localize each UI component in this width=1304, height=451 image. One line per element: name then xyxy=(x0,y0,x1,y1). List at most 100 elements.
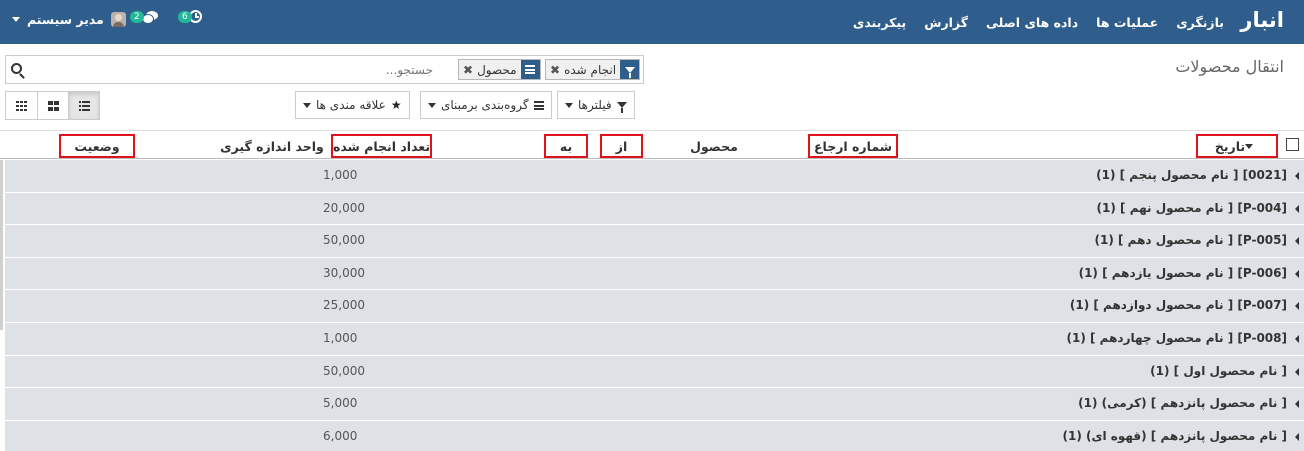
caret-left-icon xyxy=(1295,172,1299,180)
view-switcher xyxy=(5,91,100,120)
column-label: تاریخ xyxy=(1214,138,1246,154)
column-header-date[interactable]: تاریخ xyxy=(1196,134,1278,158)
menu-item-reporting[interactable]: گزارش xyxy=(924,15,968,30)
filter-icon xyxy=(616,102,627,113)
group-qty-total: 20,000 xyxy=(323,200,365,215)
group-qty-total: 1,000 xyxy=(323,330,358,345)
column-header-reference[interactable]: شماره ارجاع xyxy=(808,134,898,158)
facet-label: انجام شده xyxy=(564,62,617,77)
caret-left-icon xyxy=(1295,302,1299,311)
close-icon[interactable]: ✖ xyxy=(459,63,473,77)
top-navbar: انبار بازنگری عملیات ها داده های اصلی گز… xyxy=(0,0,1304,44)
facet-label: محصول xyxy=(477,62,517,77)
group-label: [P-007] [ نام محصول دوازدهم ] (1) xyxy=(1069,298,1287,313)
group-label: [P-008] [ نام محصول چهاردهم ] (1) xyxy=(1066,330,1287,345)
column-header-status[interactable]: وضعیت xyxy=(59,134,135,158)
column-label: به xyxy=(559,138,573,154)
select-all-checkbox[interactable] xyxy=(1286,138,1299,151)
group-qty-total: 50,000 xyxy=(323,233,365,248)
user-name: مدیر سیستم xyxy=(27,11,104,27)
caret-left-icon xyxy=(1295,334,1299,343)
caret-left-icon xyxy=(1295,204,1299,213)
caret-left-icon xyxy=(1295,400,1299,409)
search-icon[interactable] xyxy=(11,63,22,74)
column-header-product[interactable]: محصول xyxy=(684,134,744,158)
table-group-row[interactable]: [P-008] [ نام محصول چهاردهم ] (1) 1,000 xyxy=(5,322,1304,356)
groupby-label: گروه‌بندی برمبنای xyxy=(441,98,529,112)
groupby-button[interactable]: گروه‌بندی برمبنای xyxy=(420,91,552,119)
favorites-button[interactable]: ★ علاقه مندی ها xyxy=(295,91,410,119)
column-label: شماره ارجاع xyxy=(813,138,892,154)
menu-item-overview[interactable]: بازنگری xyxy=(1176,15,1224,30)
messages-count-badge: 2 xyxy=(130,11,144,23)
favorites-label: علاقه مندی ها xyxy=(316,98,386,112)
chevron-down-icon xyxy=(565,102,573,108)
table-group-row[interactable]: [P-005] [ نام محصول دهم ] (1) 50,000 xyxy=(5,225,1304,258)
page-title: انتقال محصولات xyxy=(1175,57,1284,76)
column-label: محصول xyxy=(690,138,738,154)
menu-item-operations[interactable]: عملیات ها xyxy=(1096,15,1158,30)
filter-icon xyxy=(620,60,640,79)
column-header-from[interactable]: از xyxy=(600,134,643,158)
menu-item-configuration[interactable]: پیکربندی xyxy=(853,15,906,30)
table-group-row[interactable]: [ نام محصول پانزدهم ] (کرمی) (1) 5,000 xyxy=(5,388,1304,421)
group-label: [ نام محصول اول ] (1) xyxy=(1150,363,1287,378)
table-group-row[interactable]: [ نام محصول اول ] (1) 50,000 xyxy=(5,355,1304,389)
group-qty-total: 1,000 xyxy=(323,168,358,182)
filters-button[interactable]: فیلترها xyxy=(557,91,635,119)
group-qty-total: 5,000 xyxy=(323,396,358,411)
activities-count-badge: 6 xyxy=(178,10,192,23)
search-box[interactable]: ✖ محصول ✖ انجام شده xyxy=(5,55,644,84)
group-qty-total: 25,000 xyxy=(323,298,365,313)
avatar xyxy=(110,11,126,27)
main-menu: بازنگری عملیات ها داده های اصلی گزارش پی… xyxy=(835,0,1224,44)
table-group-row[interactable]: [P-006] [ نام محصول یازدهم ] (1) 30,000 xyxy=(5,257,1304,291)
column-header-to[interactable]: به xyxy=(544,134,588,158)
column-label: از xyxy=(615,138,628,154)
caret-left-icon xyxy=(1295,367,1299,376)
group-label: [ نام محصول پانزدهم ] (کرمی) (1) xyxy=(1078,396,1287,411)
group-label: [P-004] [ نام محصول نهم ] (1) xyxy=(1096,200,1287,215)
table-group-row[interactable]: [P-004] [ نام محصول نهم ] (1) 20,000 xyxy=(5,192,1304,226)
close-icon[interactable]: ✖ xyxy=(546,63,560,77)
pivot-view-button[interactable] xyxy=(6,92,37,119)
caret-left-icon xyxy=(1295,432,1299,441)
group-by-icon xyxy=(520,60,540,79)
group-label: [ نام محصول پانزدهم ] (قهوه ای) (1) xyxy=(1062,428,1287,443)
user-menu[interactable]: مدیر سیستم xyxy=(12,0,126,38)
table-group-row[interactable]: [0021] [ نام محصول پنجم ] (1) 1,000 xyxy=(5,160,1304,193)
group-label: [P-005] [ نام محصول دهم ] (1) xyxy=(1094,233,1288,248)
activities-button[interactable]: 6 xyxy=(178,10,202,23)
column-label: وضعیت xyxy=(74,138,120,154)
chevron-down-icon xyxy=(12,16,20,22)
kanban-view-button[interactable] xyxy=(37,92,68,119)
caret-left-icon xyxy=(1295,269,1299,278)
column-label: واحد اندازه گیری xyxy=(220,138,324,154)
column-header-uom[interactable]: واحد اندازه گیری xyxy=(220,134,324,158)
grid-icon xyxy=(16,100,27,111)
chevron-down-icon xyxy=(1245,143,1254,149)
app-brand[interactable]: انبار xyxy=(1240,8,1284,32)
column-header-qty-done[interactable]: تعداد انجام شده xyxy=(331,134,432,158)
table-body: [0021] [ نام محصول پنجم ] (1) 1,000 [P-0… xyxy=(5,160,1304,451)
column-label: تعداد انجام شده xyxy=(332,138,431,154)
chevron-down-icon xyxy=(303,102,311,108)
table-group-row[interactable]: [P-007] [ نام محصول دوازدهم ] (1) 25,000 xyxy=(5,290,1304,323)
group-qty-total: 30,000 xyxy=(323,265,365,280)
group-qty-total: 6,000 xyxy=(323,428,358,443)
list-icon xyxy=(78,100,90,111)
messages-button[interactable]: 2 xyxy=(130,10,159,24)
menu-item-master-data[interactable]: داده های اصلی xyxy=(986,15,1078,30)
group-qty-total: 50,000 xyxy=(323,363,365,378)
group-label: [0021] [ نام محصول پنجم ] (1) xyxy=(1096,168,1287,182)
chevron-down-icon xyxy=(428,102,436,108)
list-view-button[interactable] xyxy=(68,92,99,119)
table-group-row[interactable]: [ نام محصول پانزدهم ] (قهوه ای) (1) 6,00… xyxy=(5,420,1304,451)
search-input[interactable] xyxy=(126,61,433,79)
kanban-icon xyxy=(47,100,59,111)
search-facet-groupby[interactable]: ✖ محصول xyxy=(458,59,541,80)
caret-left-icon xyxy=(1295,237,1299,246)
search-facet-filter[interactable]: ✖ انجام شده xyxy=(545,59,641,80)
star-icon: ★ xyxy=(390,98,402,112)
group-label: [P-006] [ نام محصول یازدهم ] (1) xyxy=(1078,265,1287,280)
